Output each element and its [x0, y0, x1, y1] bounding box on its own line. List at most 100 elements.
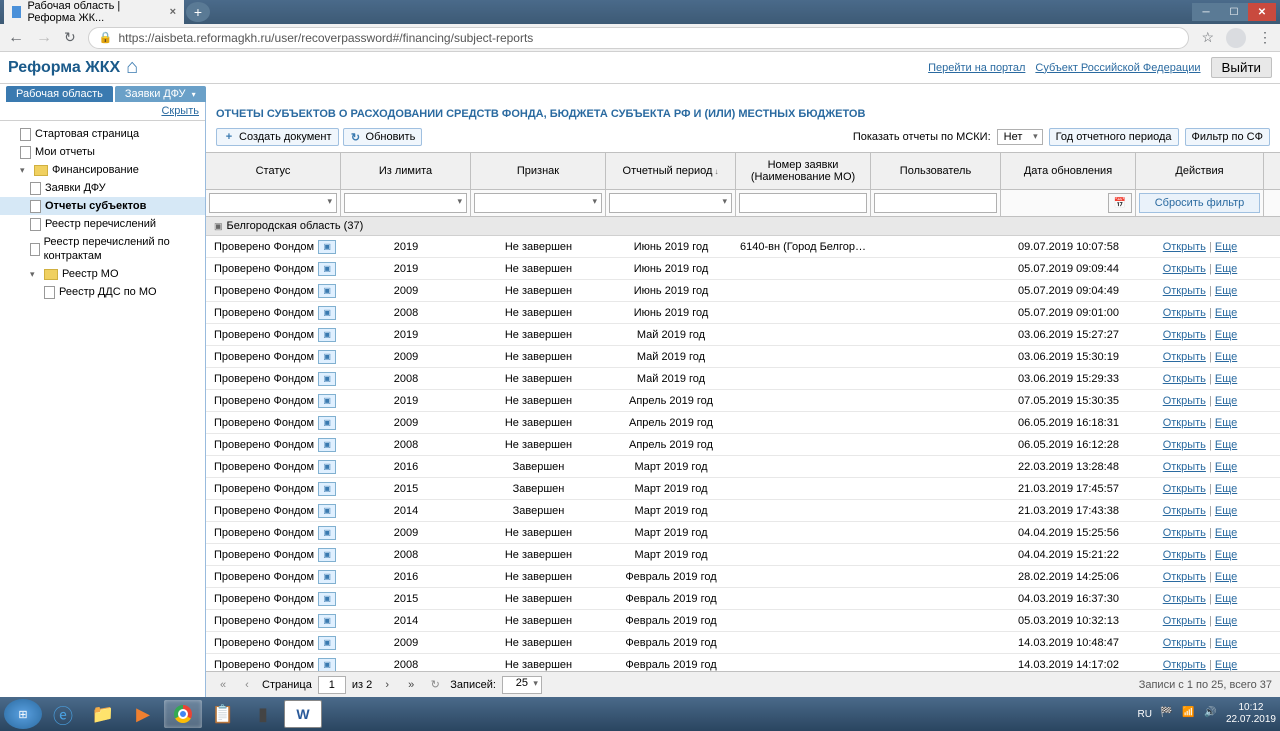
table-row[interactable]: Проверено Фондом▣2015Не завершенФевраль …: [206, 588, 1280, 610]
open-link[interactable]: Открыть: [1163, 417, 1206, 429]
logout-button[interactable]: Выйти: [1211, 57, 1272, 78]
window-minimize-button[interactable]: ─: [1192, 3, 1220, 21]
sidebar-item-dds-mo[interactable]: Реестр ДДС по МО: [0, 283, 205, 301]
browser-tab[interactable]: Рабочая область | Реформа ЖК... ×: [4, 0, 184, 27]
more-link[interactable]: Еще: [1215, 461, 1237, 473]
status-badge-icon[interactable]: ▣: [318, 394, 336, 408]
more-link[interactable]: Еще: [1215, 263, 1237, 275]
col-user[interactable]: Пользователь: [871, 153, 1001, 189]
create-document-button[interactable]: +Создать документ: [216, 128, 339, 146]
more-link[interactable]: Еще: [1215, 395, 1237, 407]
media-icon[interactable]: ▶: [124, 700, 162, 728]
col-sign[interactable]: Признак: [471, 153, 606, 189]
sidebar-item-subject-reports[interactable]: Отчеты субъектов: [0, 197, 205, 215]
open-link[interactable]: Открыть: [1163, 373, 1206, 385]
open-link[interactable]: Открыть: [1163, 263, 1206, 275]
filter-sf-button[interactable]: Фильтр по СФ: [1185, 128, 1270, 146]
open-link[interactable]: Открыть: [1163, 461, 1206, 473]
col-date[interactable]: Дата обновления: [1001, 153, 1136, 189]
back-button[interactable]: ←: [8, 29, 24, 47]
status-badge-icon[interactable]: ▣: [318, 614, 336, 628]
refresh-page-button[interactable]: ↻: [426, 676, 444, 694]
ie-icon[interactable]: ⓔ: [44, 700, 82, 728]
sidebar-item-myreports[interactable]: Мои отчеты: [0, 143, 205, 161]
table-row[interactable]: Проверено Фондом▣2014Не завершенФевраль …: [206, 610, 1280, 632]
more-link[interactable]: Еще: [1215, 307, 1237, 319]
status-badge-icon[interactable]: ▣: [318, 460, 336, 474]
status-badge-icon[interactable]: ▣: [318, 262, 336, 276]
open-link[interactable]: Открыть: [1163, 659, 1206, 671]
table-row[interactable]: Проверено Фондом▣2016ЗавершенМарт 2019 г…: [206, 456, 1280, 478]
more-link[interactable]: Еще: [1215, 659, 1237, 671]
table-row[interactable]: Проверено Фондом▣2019Не завершенМай 2019…: [206, 324, 1280, 346]
more-link[interactable]: Еще: [1215, 483, 1237, 495]
table-row[interactable]: Проверено Фондом▣2008Не завершенИюнь 201…: [206, 302, 1280, 324]
table-row[interactable]: Проверено Фондом▣2009Не завершенМай 2019…: [206, 346, 1280, 368]
tray-volume-icon[interactable]: 🔊: [1204, 707, 1218, 721]
col-actions[interactable]: Действия: [1136, 153, 1264, 189]
table-row[interactable]: Проверено Фондом▣2009Не завершенФевраль …: [206, 632, 1280, 654]
open-link[interactable]: Открыть: [1163, 307, 1206, 319]
open-link[interactable]: Открыть: [1163, 505, 1206, 517]
forward-button[interactable]: →: [36, 29, 52, 47]
new-tab-button[interactable]: +: [186, 2, 210, 22]
status-badge-icon[interactable]: ▣: [318, 350, 336, 364]
open-link[interactable]: Открыть: [1163, 483, 1206, 495]
collapse-icon[interactable]: ▾: [30, 267, 40, 281]
mski-combo[interactable]: Нет: [997, 129, 1043, 145]
sidebar-item-start[interactable]: Стартовая страница: [0, 125, 205, 143]
reload-button[interactable]: ↻: [64, 29, 76, 46]
table-row[interactable]: Проверено Фондом▣2009Не завершенМарт 201…: [206, 522, 1280, 544]
tray-network-icon[interactable]: 📶: [1182, 707, 1196, 721]
sidebar-item-financing[interactable]: ▾Финансирование: [0, 161, 205, 179]
status-badge-icon[interactable]: ▣: [318, 284, 336, 298]
more-link[interactable]: Еще: [1215, 593, 1237, 605]
subject-link[interactable]: Субъект Российской Федерации: [1035, 62, 1200, 74]
more-link[interactable]: Еще: [1215, 615, 1237, 627]
next-page-button[interactable]: ›: [378, 676, 396, 694]
status-badge-icon[interactable]: ▣: [318, 636, 336, 650]
sidebar-item-transfers-contracts[interactable]: Реестр перечислений по контрактам: [0, 233, 205, 265]
open-link[interactable]: Открыть: [1163, 637, 1206, 649]
open-link[interactable]: Открыть: [1163, 351, 1206, 363]
status-badge-icon[interactable]: ▣: [318, 306, 336, 320]
table-row[interactable]: Проверено Фондом▣2019Не завершенИюнь 201…: [206, 258, 1280, 280]
status-badge-icon[interactable]: ▣: [318, 372, 336, 386]
refresh-button[interactable]: ↻Обновить: [343, 128, 423, 146]
open-link[interactable]: Открыть: [1163, 593, 1206, 605]
hide-sidebar-button[interactable]: Скрыть: [161, 105, 199, 117]
filter-period-combo[interactable]: [609, 193, 732, 213]
open-link[interactable]: Открыть: [1163, 549, 1206, 561]
language-indicator[interactable]: RU: [1137, 709, 1151, 720]
filter-user-input[interactable]: [874, 193, 997, 213]
open-link[interactable]: Открыть: [1163, 615, 1206, 627]
status-badge-icon[interactable]: ▣: [318, 592, 336, 606]
open-link[interactable]: Открыть: [1163, 395, 1206, 407]
word-icon[interactable]: W: [284, 700, 322, 728]
open-link[interactable]: Открыть: [1163, 439, 1206, 451]
page-input[interactable]: [318, 676, 346, 694]
filter-request-input[interactable]: [739, 193, 867, 213]
tab-dfy[interactable]: Заявки ДФУ ▾: [115, 86, 206, 102]
more-link[interactable]: Еще: [1215, 373, 1237, 385]
first-page-button[interactable]: «: [214, 676, 232, 694]
table-row[interactable]: Проверено Фондом▣2009Не завершенИюнь 201…: [206, 280, 1280, 302]
tray-flag-icon[interactable]: 🏁: [1160, 707, 1174, 721]
more-link[interactable]: Еще: [1215, 571, 1237, 583]
collapse-icon[interactable]: ▾: [20, 163, 30, 177]
open-link[interactable]: Открыть: [1163, 527, 1206, 539]
filter-status-combo[interactable]: [209, 193, 337, 213]
window-maximize-button[interactable]: ☐: [1220, 3, 1248, 21]
more-link[interactable]: Еще: [1215, 241, 1237, 253]
start-button[interactable]: ⊞: [4, 699, 42, 729]
table-row[interactable]: Проверено Фондом▣2008Не завершенМарт 201…: [206, 544, 1280, 566]
portal-link[interactable]: Перейти на портал: [928, 62, 1025, 74]
last-page-button[interactable]: »: [402, 676, 420, 694]
tab-workspace[interactable]: Рабочая область: [6, 86, 113, 102]
more-link[interactable]: Еще: [1215, 549, 1237, 561]
filter-limit-combo[interactable]: [344, 193, 467, 213]
table-row[interactable]: Проверено Фондом▣2009Не завершенАпрель 2…: [206, 412, 1280, 434]
records-per-page-combo[interactable]: 25: [502, 676, 542, 694]
notes-icon[interactable]: 📋: [204, 700, 242, 728]
filter-sign-combo[interactable]: [474, 193, 602, 213]
